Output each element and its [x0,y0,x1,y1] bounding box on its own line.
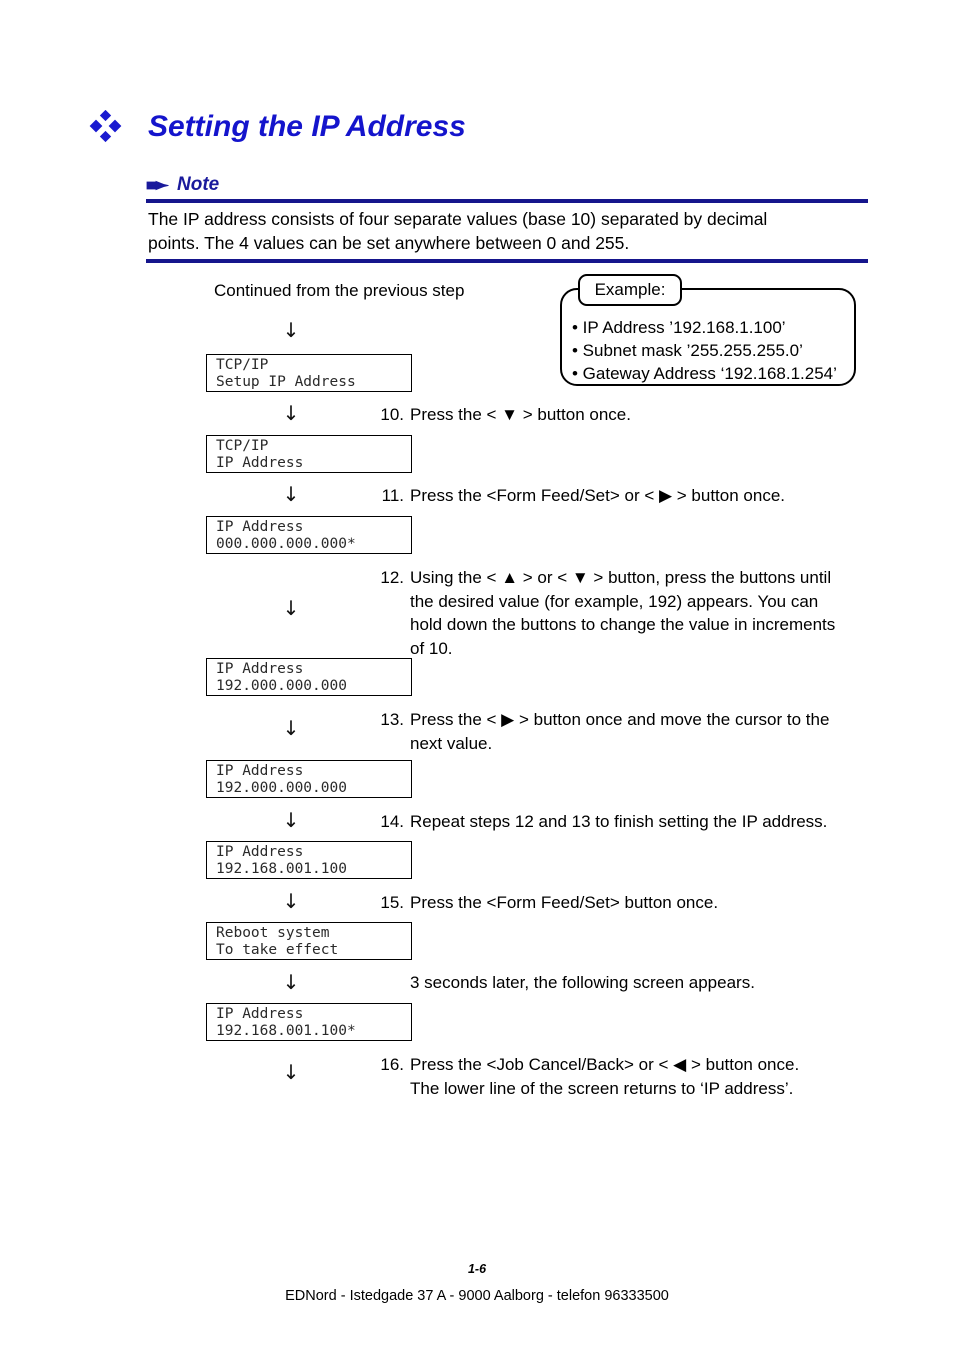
step-line: Using the < ▲ > or < ▼ > button, press t… [410,568,832,587]
step-number: 10. [380,405,404,424]
lcd-line-2: 192.168.001.100 [216,861,347,877]
lcd-line-1: TCP/IP [216,438,269,454]
lcd-line-2: IP Address [216,455,304,471]
flow-arrow: ↓ [282,970,300,994]
list-item: • Subnet mask ’255.255.255.0’ [572,341,803,360]
flow-arrow: ↓ [282,808,300,832]
step-number: 14. [380,812,404,831]
step-line: hold down the buttons to change the valu… [410,615,836,634]
flow-arrow: ↓ [282,596,300,620]
footer-page-number: 1-6 [467,1262,487,1276]
step-number: 12. [380,568,404,587]
flow-arrow: ↓ [282,401,300,425]
lcd-line-2: 000.000.000.000* [216,536,356,552]
flow-arrow: ↓ [282,1060,300,1084]
step-line: Press the < ▶ > button once and move the… [410,710,830,729]
lcd-line-2: To take effect [216,942,339,958]
lcd-screen: Reboot system To take effect [206,922,412,960]
list-item: • Gateway Address ‘192.168.1.254’ [572,364,837,383]
step-item: 14. Repeat steps 12 and 13 to finish set… [374,810,904,834]
step-item: 12. Using the < ▲ > or < ▼ > button, pre… [374,566,904,660]
step-item: 10. Press the < ▼ > button once. [374,403,894,427]
step-item: 13. Press the < ▶ > button once and move… [374,708,904,755]
example-list: • IP Address ’192.168.1.100’ • Subnet ma… [572,316,837,385]
list-item: • IP Address ’192.168.1.100’ [572,318,786,337]
step-number: 16. [380,1055,404,1074]
step-line: Press the <Job Cancel/Back> or < ◀ > but… [410,1055,800,1074]
step-line: Press the < ▼ > button once. [410,405,631,424]
step-number: 15. [380,893,404,912]
lcd-line-1: TCP/IP [216,357,269,373]
lcd-screen: IP Address 192.168.001.100 [206,841,412,879]
step-item: 16. Press the <Job Cancel/Back> or < ◀ >… [374,1053,904,1100]
flow-arrow: ↓ [282,482,300,506]
step-line: Repeat steps 12 and 13 to finish setting… [410,812,828,831]
lcd-screen: IP Address 000.000.000.000* [206,516,412,554]
lcd-line-2: 192.168.001.100* [216,1023,356,1039]
lcd-line-2: Setup IP Address [216,374,356,390]
step-line: The lower line of the screen returns to … [410,1078,794,1098]
lcd-screen: IP Address 192.000.000.000 [206,760,412,798]
step-line: of 10. [410,638,453,658]
step-line: Press the <Form Feed/Set> button once. [410,893,719,912]
timing-note: 3 seconds later, the following screen ap… [410,973,755,992]
lcd-line-1: Reboot system [216,925,330,941]
step-item: 15. Press the <Form Feed/Set> button onc… [374,891,904,915]
lcd-line-1: IP Address [216,1006,304,1022]
step-number: 13. [380,710,404,729]
lcd-line-1: IP Address [216,763,304,779]
step-line: next value. [410,733,493,753]
example-label: Example: [578,274,682,306]
lcd-line-2: 192.000.000.000 [216,780,347,796]
step-line: Press the <Form Feed/Set> or < ▶ > butto… [410,486,785,505]
lcd-line-1: IP Address [216,519,304,535]
flow-arrow: ↓ [282,716,300,740]
lcd-line-1: IP Address [216,844,304,860]
step-line: the desired value (for example, 192) app… [410,591,819,611]
flow-intro-text: Continued from the previous step [214,281,465,300]
lcd-line-2: 192.000.000.000 [216,678,347,694]
footer-credit: EDNord - Istedgade 37 A - 9000 Aalborg -… [285,1288,669,1304]
lcd-screen: IP Address 192.000.000.000 [206,658,412,696]
lcd-screen: TCP/IP Setup IP Address [206,354,412,392]
procedure-flow: Continued from the previous step ↓ TCP/I… [0,0,954,1351]
flow-arrow: ↓ [282,318,300,342]
lcd-line-1: IP Address [216,661,304,677]
lcd-screen: TCP/IP IP Address [206,435,412,473]
step-item: 11. Press the <Form Feed/Set> or < ▶ > b… [374,484,894,508]
step-number: 11. [381,486,404,505]
flow-arrow: ↓ [282,889,300,913]
lcd-screen: IP Address 192.168.001.100* [206,1003,412,1041]
